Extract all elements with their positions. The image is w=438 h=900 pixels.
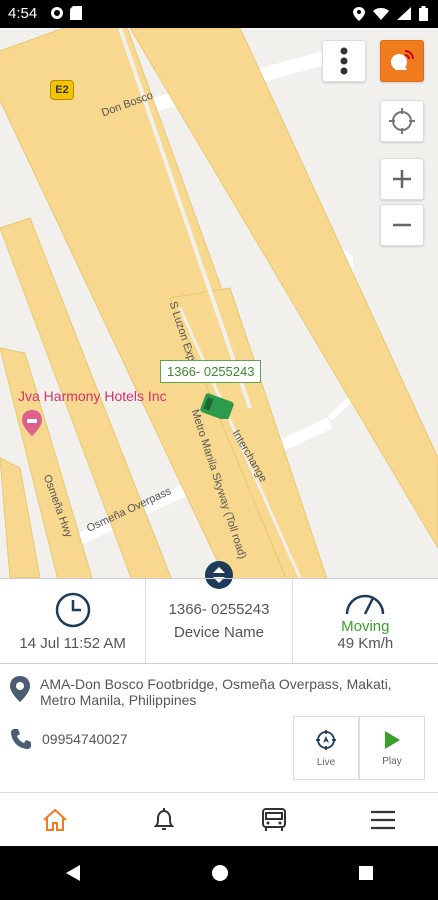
system-navigation-bar — [0, 846, 438, 900]
sd-card-icon — [70, 6, 82, 20]
speed-value: 49 Km/h — [337, 635, 394, 652]
crosshair-icon — [389, 108, 415, 134]
phone-row[interactable]: 09954740027 — [10, 728, 128, 750]
recenter-button[interactable] — [380, 100, 424, 142]
nav-menu[interactable] — [329, 793, 438, 846]
hamburger-menu-icon — [371, 810, 396, 829]
nav-notifications[interactable] — [110, 793, 220, 846]
play-icon — [385, 730, 400, 749]
vehicle-label[interactable]: 1366- 0255243 — [160, 360, 262, 383]
nav-home[interactable] — [0, 793, 110, 846]
vehicle-marker-icon[interactable] — [200, 393, 234, 419]
nav-vehicles[interactable] — [219, 793, 329, 846]
speedometer-icon — [346, 594, 385, 615]
map-view[interactable]: E2 Don Bosco S Luzon Expwy Metro Manila … — [0, 28, 438, 578]
hotel-pin-icon[interactable] — [22, 410, 42, 436]
status-bar: 4:54 — [0, 0, 438, 28]
map-menu-button[interactable] — [322, 40, 366, 82]
recents-icon[interactable] — [358, 865, 374, 881]
signal-icon — [397, 7, 411, 20]
minus-icon — [393, 223, 411, 227]
more-vertical-icon — [340, 47, 348, 75]
moving-status: Moving — [341, 618, 390, 635]
time-cell: 14 Jul 11:52 AM — [0, 579, 147, 663]
app-notification-icon — [51, 7, 63, 19]
live-tracking-icon — [316, 729, 336, 750]
location-icon — [353, 6, 365, 21]
speed-cell: Moving 49 Km/h — [293, 579, 438, 663]
device-address: AMA-Don Bosco Footbridge, Osmeña Overpas… — [40, 676, 392, 708]
phone-icon[interactable] — [10, 728, 32, 750]
play-button[interactable]: Play — [359, 716, 425, 780]
device-info-bar: 14 Jul 11:52 AM 1366- 0255243 Device Nam… — [0, 578, 438, 664]
status-time: 4:54 — [8, 5, 38, 22]
live-label: Live — [316, 756, 336, 768]
bottom-navigation — [0, 792, 438, 846]
highway-shield: E2 — [50, 80, 74, 100]
home-icon — [43, 808, 67, 831]
address-row: AMA-Don Bosco Footbridge, Osmeña Overpas… — [10, 676, 430, 708]
device-id: 1366- 0255243 — [168, 601, 270, 618]
satellite-dish-icon — [391, 50, 414, 70]
notification-icons — [50, 6, 82, 20]
phone-number[interactable]: 09954740027 — [42, 731, 128, 747]
clock-icon — [55, 592, 90, 627]
last-update-time: 14 Jul 11:52 AM — [19, 634, 126, 652]
live-button[interactable]: Live — [293, 716, 359, 780]
zoom-in-button[interactable] — [380, 158, 424, 200]
system-icons — [353, 6, 428, 21]
battery-icon — [419, 6, 428, 21]
location-pin-icon — [10, 676, 30, 702]
play-label: Play — [382, 755, 402, 767]
device-cell: 1366- 0255243 Device Name — [146, 579, 293, 663]
satellite-button[interactable] — [380, 40, 424, 82]
back-icon[interactable] — [64, 864, 82, 882]
plus-icon — [393, 170, 411, 188]
wifi-icon — [373, 8, 389, 20]
home-circle-icon[interactable] — [211, 864, 229, 882]
zoom-out-button[interactable] — [380, 204, 424, 246]
vehicle-icon — [261, 807, 286, 831]
bell-icon — [153, 807, 175, 830]
device-name-label: Device Name — [173, 624, 264, 641]
poi-label[interactable]: Jva Harmony Hotels Inc — [18, 388, 167, 404]
